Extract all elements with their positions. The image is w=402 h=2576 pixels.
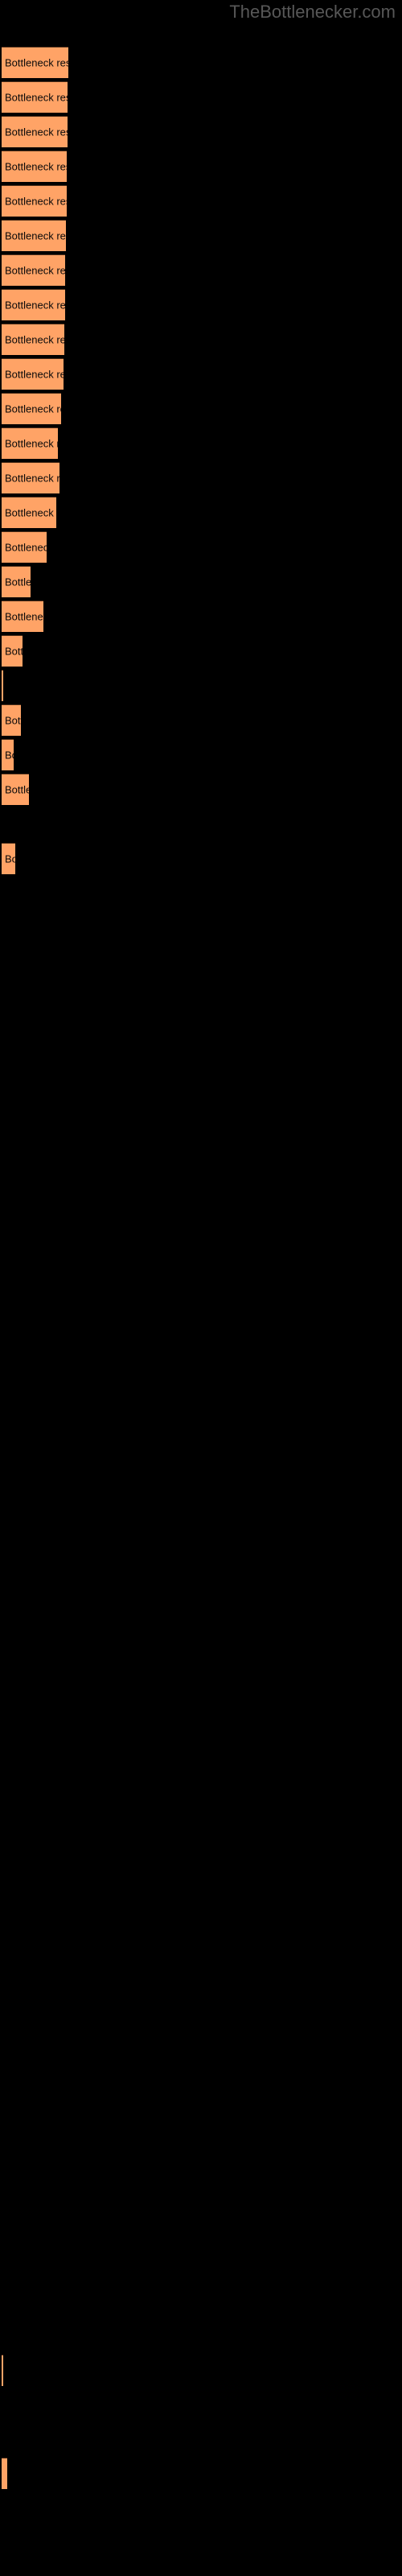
bar-label-14: Bottleneck result [5, 541, 47, 554]
bar-14[interactable]: Bottleneck result [2, 531, 47, 563]
bar-22[interactable]: Bottleneck result [2, 843, 15, 874]
bar-2[interactable]: Bottleneck result [2, 116, 68, 147]
bar-18[interactable]: Bottleneck result [2, 670, 3, 701]
bar-24[interactable] [2, 2458, 7, 2489]
bar-label-9: Bottleneck result [5, 368, 64, 381]
bar-17[interactable]: Bottleneck result [2, 635, 23, 667]
bar-9[interactable]: Bottleneck result [2, 358, 64, 390]
bar-15[interactable]: Bottleneck result [2, 566, 31, 597]
bar-label-21: Bottleneck result [5, 783, 29, 796]
bar-21[interactable]: Bottleneck result [2, 774, 29, 805]
bar-label-19: Bottleneck result [5, 714, 21, 727]
bar-label-17: Bottleneck result [5, 645, 23, 658]
bar-label-6: Bottleneck result [5, 264, 65, 277]
bar-11[interactable]: Bottleneck result [2, 427, 58, 459]
bar-13[interactable]: Bottleneck result [2, 497, 56, 528]
bar-label-15: Bottleneck result [5, 576, 31, 588]
bar-label-4: Bottleneck result [5, 195, 67, 208]
bar-label-22: Bottleneck result [5, 852, 15, 865]
bar-label-13: Bottleneck result [5, 506, 56, 519]
bar-label-8: Bottleneck result [5, 333, 64, 346]
bar-7[interactable]: Bottleneck result [2, 289, 65, 320]
bottleneck-chart: TheBottlenecker.com Bottleneck resultBot… [0, 0, 402, 2576]
bar-1[interactable]: Bottleneck result [2, 81, 68, 113]
bar-3[interactable]: Bottleneck result [2, 151, 67, 182]
bar-23[interactable] [2, 2355, 3, 2386]
bar-6[interactable]: Bottleneck result [2, 254, 65, 286]
bar-label-1: Bottleneck result [5, 91, 68, 104]
bar-label-16: Bottleneck result [5, 610, 43, 623]
bar-label-5: Bottleneck result [5, 229, 66, 242]
bar-label-3: Bottleneck result [5, 160, 67, 173]
bar-series: Bottleneck result Bottleneck result Bottle… [0, 0, 402, 2576]
bar-label-10: Bottleneck result [5, 402, 61, 415]
bar-label-11: Bottleneck result [5, 437, 58, 450]
bar-8[interactable]: Bottleneck result [2, 324, 64, 355]
bar-10[interactable]: Bottleneck result [2, 393, 61, 424]
bar-label-0: Bottleneck result [5, 56, 68, 69]
bar-label-20: Bottleneck result [5, 749, 14, 762]
bar-20[interactable]: Bottleneck result [2, 739, 14, 770]
bar-5[interactable]: Bottleneck result [2, 220, 66, 251]
bar-4[interactable]: Bottleneck result [2, 185, 67, 217]
bar-12[interactable]: Bottleneck result [2, 462, 59, 493]
bar-label-7: Bottleneck result [5, 299, 65, 312]
bar-19[interactable]: Bottleneck result [2, 704, 21, 736]
bar-0[interactable]: Bottleneck result [2, 47, 68, 78]
bar-label-2: Bottleneck result [5, 126, 68, 138]
bar-16[interactable]: Bottleneck result [2, 601, 43, 632]
bar-label-12: Bottleneck result [5, 472, 59, 485]
